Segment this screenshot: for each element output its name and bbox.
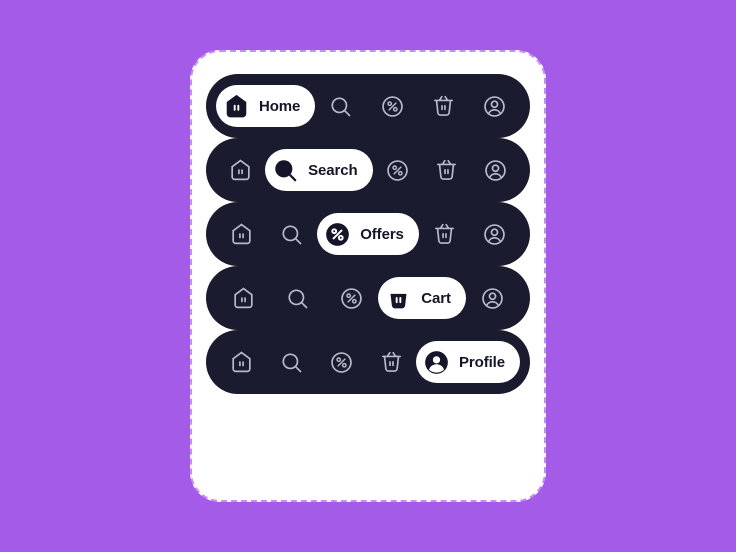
nav-item-home[interactable]: [216, 276, 270, 320]
home-icon: [222, 92, 251, 121]
user-circle-icon: [422, 348, 451, 377]
home-icon: [229, 284, 257, 312]
nav-item-label: Cart: [421, 289, 451, 307]
nav-item-offers[interactable]: [373, 148, 422, 192]
navbar-variant-search: Search: [206, 138, 530, 202]
nav-item-profile[interactable]: [471, 148, 520, 192]
nav-item-home[interactable]: [216, 148, 265, 192]
nav-item-label: Home: [259, 97, 301, 115]
nav-item-profile[interactable]: [469, 84, 520, 128]
nav-item-cart[interactable]: Cart: [378, 277, 466, 319]
user-circle-icon: [481, 220, 509, 248]
basket-icon: [384, 284, 413, 313]
user-circle-icon: [479, 284, 507, 312]
navbar-variant-home: Home: [206, 74, 530, 138]
nav-item-cart[interactable]: [419, 212, 470, 256]
nav-item-search[interactable]: [270, 276, 324, 320]
navbar-variant-offers: Offers: [206, 202, 530, 266]
percent-circle-icon: [378, 92, 406, 120]
nav-item-home[interactable]: [216, 212, 267, 256]
nav-item-label: Profile: [459, 353, 505, 371]
navbar-variant-cart: Cart: [206, 266, 530, 330]
nav-item-search[interactable]: [267, 212, 318, 256]
nav-item-cart[interactable]: [422, 148, 471, 192]
nav-item-profile[interactable]: [469, 212, 520, 256]
search-icon: [327, 92, 355, 120]
home-icon: [227, 220, 255, 248]
search-icon: [277, 348, 305, 376]
user-circle-icon: [481, 156, 509, 184]
basket-icon: [432, 156, 460, 184]
nav-variants-card: Home Search Offers Cart Profile: [190, 50, 546, 502]
home-icon: [227, 348, 255, 376]
percent-circle-icon: [327, 348, 355, 376]
nav-item-search[interactable]: [315, 84, 366, 128]
nav-item-offers[interactable]: Offers: [317, 213, 419, 255]
nav-item-label: Offers: [360, 225, 404, 243]
search-icon: [278, 220, 306, 248]
nav-item-offers[interactable]: [324, 276, 378, 320]
percent-circle-icon: [337, 284, 365, 312]
search-icon: [271, 156, 300, 185]
search-icon: [283, 284, 311, 312]
nav-item-offers[interactable]: [366, 84, 417, 128]
nav-item-offers[interactable]: [316, 340, 366, 384]
nav-item-search[interactable]: Search: [265, 149, 373, 191]
nav-item-cart[interactable]: [418, 84, 469, 128]
nav-item-label: Search: [308, 161, 358, 179]
nav-item-home[interactable]: Home: [216, 85, 316, 127]
nav-item-profile[interactable]: [466, 276, 520, 320]
nav-item-home[interactable]: [216, 340, 266, 384]
percent-circle-icon: [323, 220, 352, 249]
nav-item-search[interactable]: [266, 340, 316, 384]
navbar-variant-profile: Profile: [206, 330, 530, 394]
basket-icon: [429, 92, 457, 120]
basket-icon: [377, 348, 405, 376]
nav-item-profile[interactable]: Profile: [416, 341, 520, 383]
home-icon: [227, 156, 255, 184]
percent-circle-icon: [383, 156, 411, 184]
basket-icon: [430, 220, 458, 248]
nav-item-cart[interactable]: [366, 340, 416, 384]
user-circle-icon: [480, 92, 508, 120]
